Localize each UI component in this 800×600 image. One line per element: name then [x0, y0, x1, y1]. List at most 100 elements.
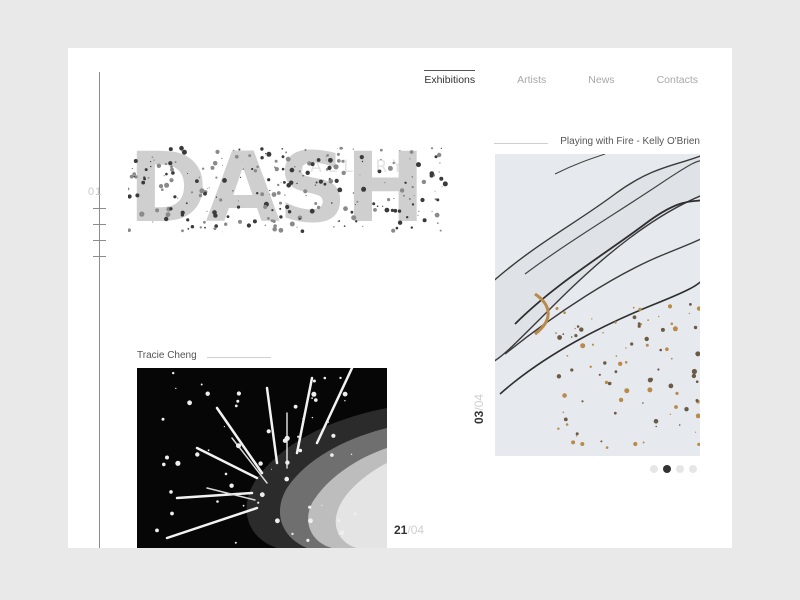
- gold-dot: [580, 343, 586, 349]
- gold-dot: [642, 402, 644, 404]
- secondary-date: 21/04: [394, 523, 424, 537]
- gold-dot: [688, 312, 691, 315]
- splash-dot: [161, 417, 165, 421]
- gold-dot: [670, 322, 674, 326]
- splash-dot: [258, 461, 263, 466]
- gold-dot: [625, 347, 627, 349]
- splash-dot: [311, 416, 314, 419]
- gold-dot: [658, 315, 660, 318]
- splash-dot: [339, 530, 345, 535]
- splash-dot: [308, 505, 312, 509]
- gold-dot: [670, 357, 673, 360]
- nav-news[interactable]: News: [588, 72, 614, 86]
- gold-dot: [630, 342, 634, 346]
- featured-artwork-image[interactable]: [495, 154, 700, 456]
- splash-dot: [321, 504, 323, 506]
- splash-dot: [271, 468, 272, 470]
- splash-dot: [187, 400, 192, 406]
- gold-dot: [645, 343, 649, 347]
- splash-dot: [285, 460, 290, 465]
- splash-dot: [242, 504, 245, 507]
- gold-dot: [695, 399, 699, 402]
- splash-dot: [327, 421, 330, 423]
- slider-dot[interactable]: [676, 465, 684, 473]
- splash-dot: [337, 519, 341, 523]
- splash-dot: [330, 453, 334, 457]
- featured-date-month: /04: [472, 393, 486, 411]
- gold-dot: [624, 361, 628, 364]
- gold-dot: [607, 381, 612, 386]
- nav-artists[interactable]: Artists: [517, 72, 546, 86]
- gold-dot: [647, 319, 649, 321]
- caption-divider: [494, 143, 548, 144]
- splash-dot: [314, 398, 318, 402]
- splash-dot: [195, 452, 200, 457]
- splash-dot: [216, 500, 219, 503]
- gold-dot: [660, 327, 665, 332]
- splash-dot: [259, 492, 265, 498]
- gold-dot: [633, 441, 638, 447]
- splash-dot: [236, 391, 241, 396]
- splash-dot: [224, 472, 228, 476]
- gold-dot: [570, 336, 573, 338]
- splash-dot: [339, 376, 342, 380]
- rail-index: 01: [88, 186, 103, 198]
- gold-dot: [624, 388, 630, 394]
- splash-dot: [165, 455, 169, 460]
- slider-dot[interactable]: [650, 465, 658, 473]
- gold-dot: [695, 431, 697, 433]
- splash-dot: [266, 429, 271, 434]
- gold-dot: [653, 419, 659, 424]
- gold-dot: [615, 355, 618, 357]
- splash-dot: [207, 449, 210, 452]
- gold-dot: [571, 440, 576, 445]
- gold-dot: [691, 368, 697, 375]
- secondary-artwork-image[interactable]: [137, 368, 387, 548]
- splash-dot: [229, 483, 234, 488]
- splash-dot: [353, 512, 357, 516]
- splash-dot: [205, 391, 210, 396]
- fluid-art-image: [495, 154, 700, 456]
- gold-dot: [602, 331, 604, 334]
- gold-dot: [605, 446, 609, 449]
- splash-dot: [344, 400, 346, 402]
- slider-dot[interactable]: [689, 465, 697, 473]
- logo-title: DASH: [128, 132, 425, 244]
- gold-dot: [695, 352, 697, 354]
- gold-dot: [644, 336, 649, 342]
- gold-dot: [557, 427, 560, 430]
- gold-dot: [570, 368, 574, 372]
- splash-dot: [234, 541, 237, 544]
- gold-dot: [668, 383, 674, 389]
- top-navigation: Exhibitions Artists News Contacts: [382, 70, 698, 86]
- slider-dot-active[interactable]: [663, 465, 671, 473]
- gold-dot: [591, 343, 594, 346]
- gold-dot: [649, 377, 653, 382]
- splash-dot: [275, 518, 280, 524]
- splash-dot: [162, 462, 166, 467]
- gold-dot: [563, 417, 568, 422]
- gold-dot: [675, 391, 679, 395]
- nav-exhibitions[interactable]: Exhibitions: [424, 70, 475, 86]
- splash-art-image: [137, 368, 387, 548]
- logo-wordmark: DASH: [128, 140, 448, 250]
- gold-dot: [691, 373, 697, 379]
- splash-dot: [175, 460, 181, 466]
- gold-dot: [618, 397, 624, 403]
- gold-dot: [566, 355, 569, 357]
- splash-dot: [284, 476, 289, 482]
- gold-dot: [672, 326, 678, 332]
- gold-dot: [667, 304, 673, 309]
- splash-dot: [297, 435, 300, 438]
- gold-dot: [695, 380, 699, 383]
- gold-dot: [598, 373, 601, 376]
- gold-dot: [575, 432, 579, 436]
- splash-dot: [170, 511, 174, 516]
- gold-dot: [562, 411, 565, 414]
- gold-dot: [678, 424, 681, 426]
- gold-dot: [565, 423, 569, 426]
- gold-dot: [613, 411, 617, 415]
- rail-tick: [93, 224, 106, 225]
- nav-contacts[interactable]: Contacts: [657, 72, 698, 86]
- rail-tick: [93, 240, 106, 241]
